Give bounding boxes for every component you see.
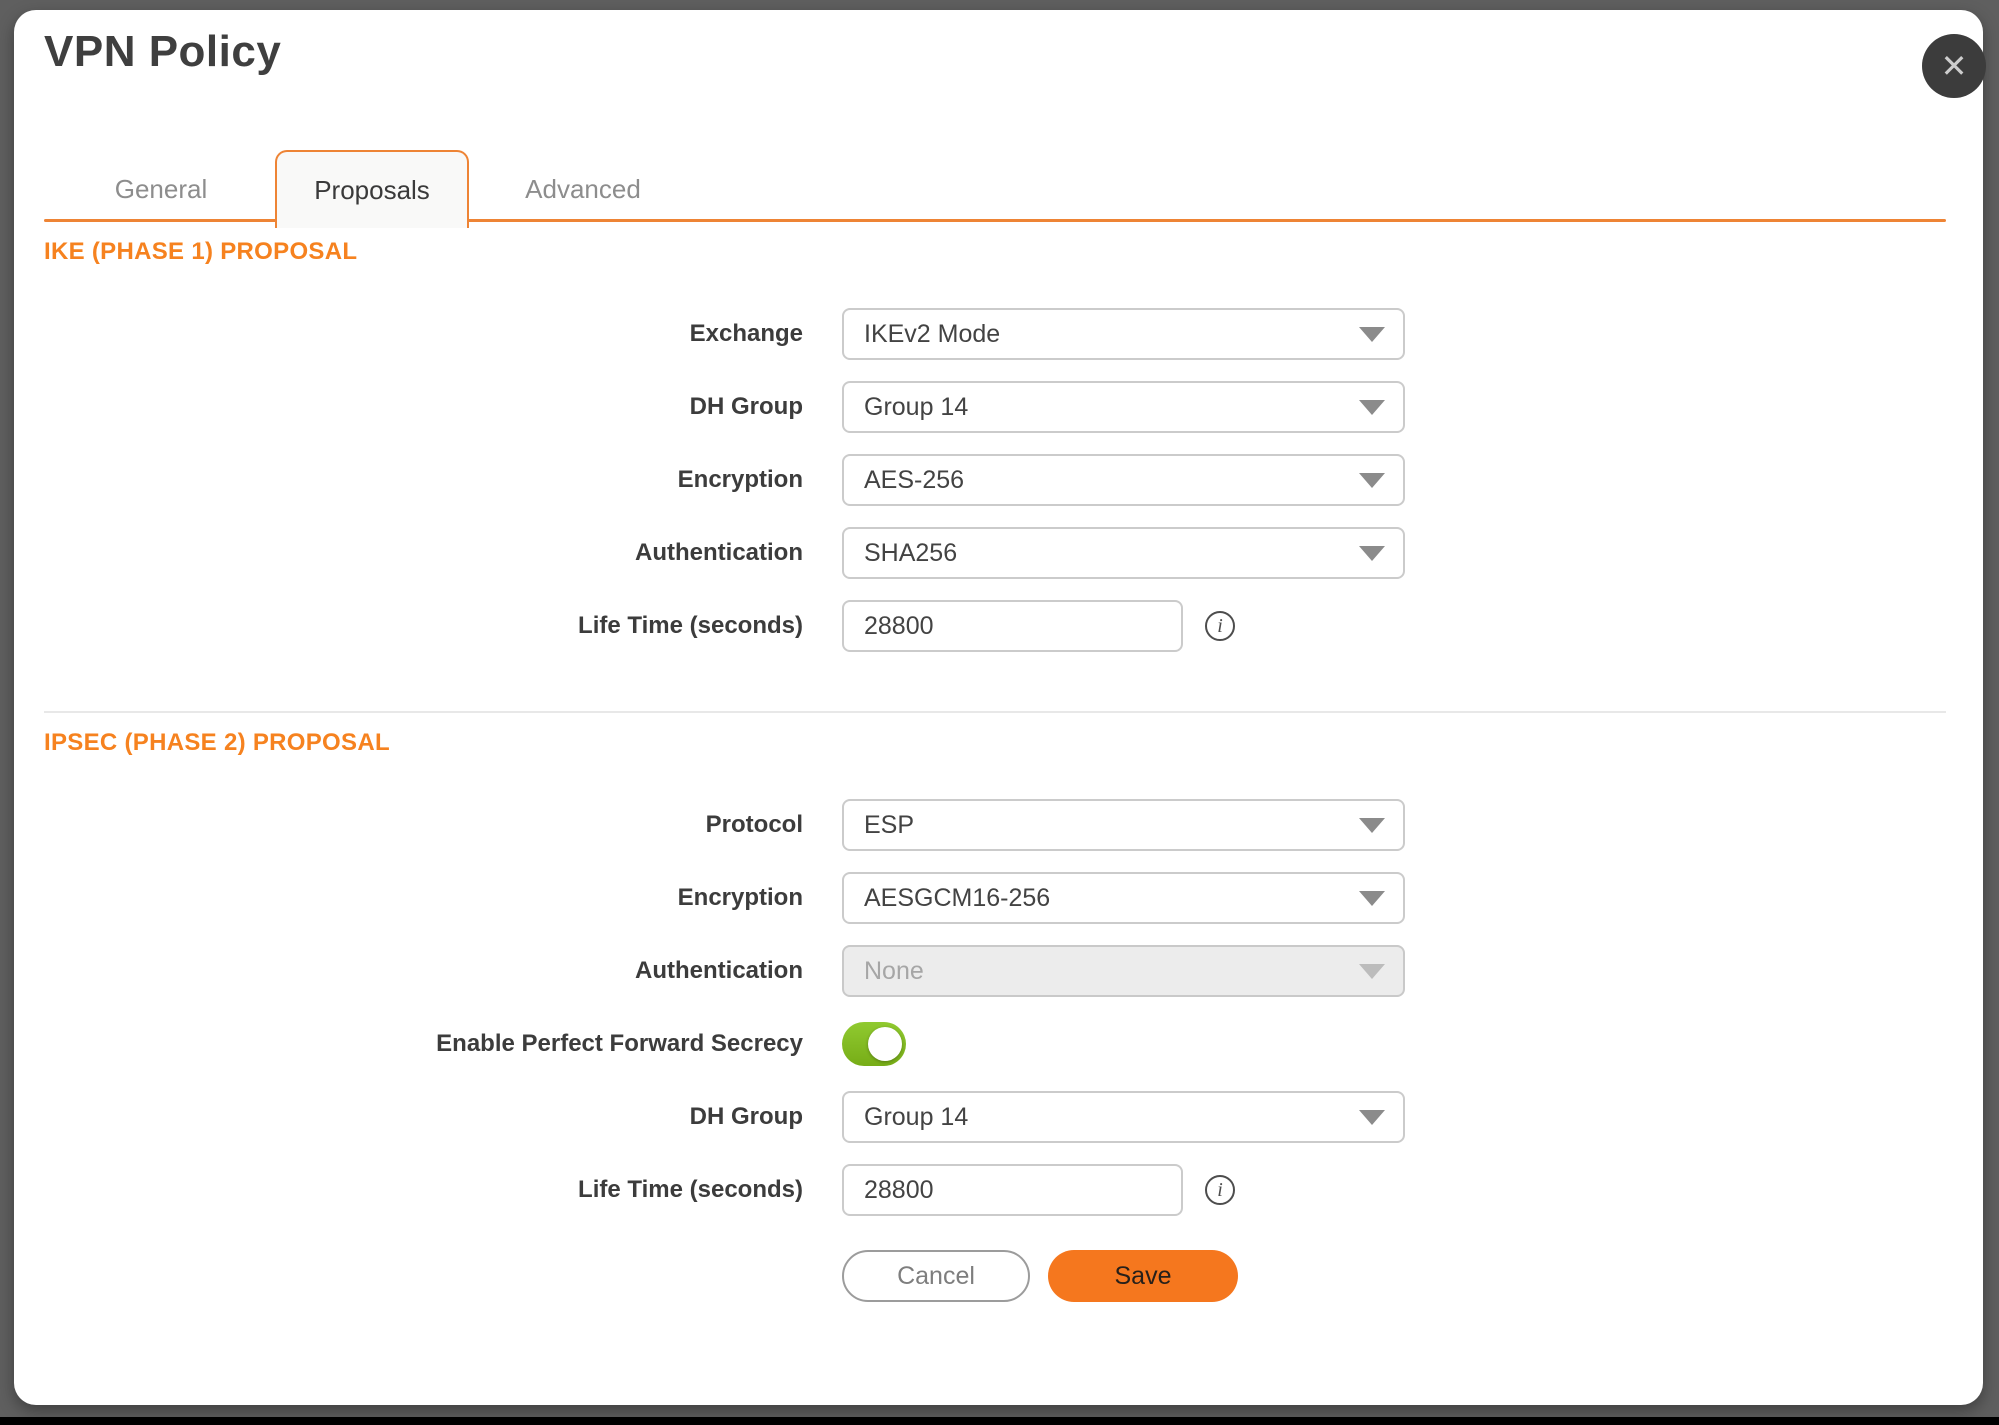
ipsec-lifetime-row: Life Time (seconds) i [14, 1164, 1983, 1216]
chevron-down-icon [1359, 1110, 1385, 1125]
ipsec-lifetime-input[interactable] [842, 1164, 1183, 1216]
ipsec-authentication-row: Authentication None [14, 945, 1983, 997]
ipsec-encryption-select[interactable]: AESGCM16-256 [842, 872, 1405, 924]
chevron-down-icon [1359, 891, 1385, 906]
chevron-down-icon [1359, 818, 1385, 833]
ike-dh-group-row: DH Group Group 14 [14, 381, 1983, 433]
footer-buttons: Cancel Save [842, 1250, 1983, 1302]
protocol-row: Protocol ESP [14, 799, 1983, 851]
ike-lifetime-label: Life Time (seconds) [14, 612, 803, 640]
ipsec-section-title: IPSEC (PHASE 2) PROPOSAL [44, 729, 1983, 757]
section-divider [44, 711, 1946, 713]
bottom-screen-edge [0, 1417, 1999, 1425]
tab-proposals-label: Proposals [314, 175, 430, 206]
close-icon[interactable]: ✕ [1922, 34, 1986, 98]
ike-authentication-value: SHA256 [864, 539, 957, 568]
ipsec-dh-group-row: DH Group Group 14 [14, 1091, 1983, 1143]
exchange-value: IKEv2 Mode [864, 320, 1000, 349]
exchange-select[interactable]: IKEv2 Mode [842, 308, 1405, 360]
ipsec-form: Protocol ESP Encryption AESGCM16-256 Aut… [14, 799, 1983, 1216]
pfs-toggle[interactable] [842, 1022, 906, 1066]
vpn-policy-dialog: VPN Policy General Proposals Advanced IK… [14, 10, 1983, 1405]
tab-general-label: General [115, 174, 208, 205]
cancel-button-label: Cancel [897, 1262, 975, 1291]
chevron-down-icon [1359, 473, 1385, 488]
tab-advanced[interactable]: Advanced [486, 150, 680, 228]
tab-advanced-label: Advanced [525, 174, 641, 205]
close-icon-glyph: ✕ [1941, 50, 1968, 82]
tab-bar: General Proposals Advanced [14, 150, 1983, 228]
chevron-down-icon [1359, 546, 1385, 561]
chevron-down-icon [1359, 964, 1385, 979]
save-button-label: Save [1115, 1262, 1172, 1291]
chevron-down-icon [1359, 327, 1385, 342]
page-title: VPN Policy [44, 24, 1983, 79]
protocol-value: ESP [864, 811, 914, 840]
save-button[interactable]: Save [1048, 1250, 1238, 1302]
pfs-row: Enable Perfect Forward Secrecy [14, 1018, 1983, 1070]
info-icon[interactable]: i [1205, 611, 1235, 641]
tab-proposals[interactable]: Proposals [275, 150, 469, 228]
ipsec-encryption-label: Encryption [14, 884, 803, 912]
ipsec-authentication-select: None [842, 945, 1405, 997]
ike-dh-group-label: DH Group [14, 393, 803, 421]
ipsec-encryption-row: Encryption AESGCM16-256 [14, 872, 1983, 924]
cancel-button[interactable]: Cancel [842, 1250, 1030, 1302]
protocol-select[interactable]: ESP [842, 799, 1405, 851]
exchange-label: Exchange [14, 320, 803, 348]
ike-encryption-label: Encryption [14, 466, 803, 494]
pfs-label: Enable Perfect Forward Secrecy [14, 1030, 803, 1058]
ipsec-lifetime-label: Life Time (seconds) [14, 1176, 803, 1204]
ike-encryption-select[interactable]: AES-256 [842, 454, 1405, 506]
ike-section-title: IKE (PHASE 1) PROPOSAL [44, 238, 1983, 266]
ipsec-dh-group-value: Group 14 [864, 1103, 968, 1132]
protocol-label: Protocol [14, 811, 803, 839]
ike-lifetime-input[interactable] [842, 600, 1183, 652]
ipsec-authentication-label: Authentication [14, 957, 803, 985]
ike-encryption-row: Encryption AES-256 [14, 454, 1983, 506]
ike-lifetime-row: Life Time (seconds) i [14, 600, 1983, 652]
ike-authentication-label: Authentication [14, 539, 803, 567]
info-icon[interactable]: i [1205, 1175, 1235, 1205]
toggle-knob [868, 1027, 902, 1061]
ike-dh-group-value: Group 14 [864, 393, 968, 422]
ike-form: Exchange IKEv2 Mode DH Group Group 14 En… [14, 308, 1983, 652]
ike-dh-group-select[interactable]: Group 14 [842, 381, 1405, 433]
ipsec-dh-group-label: DH Group [14, 1103, 803, 1131]
ipsec-dh-group-select[interactable]: Group 14 [842, 1091, 1405, 1143]
exchange-row: Exchange IKEv2 Mode [14, 308, 1983, 360]
ike-authentication-select[interactable]: SHA256 [842, 527, 1405, 579]
ike-authentication-row: Authentication SHA256 [14, 527, 1983, 579]
chevron-down-icon [1359, 400, 1385, 415]
ike-encryption-value: AES-256 [864, 466, 964, 495]
ipsec-encryption-value: AESGCM16-256 [864, 884, 1050, 913]
ipsec-authentication-value: None [864, 957, 924, 986]
tab-general[interactable]: General [64, 150, 258, 228]
